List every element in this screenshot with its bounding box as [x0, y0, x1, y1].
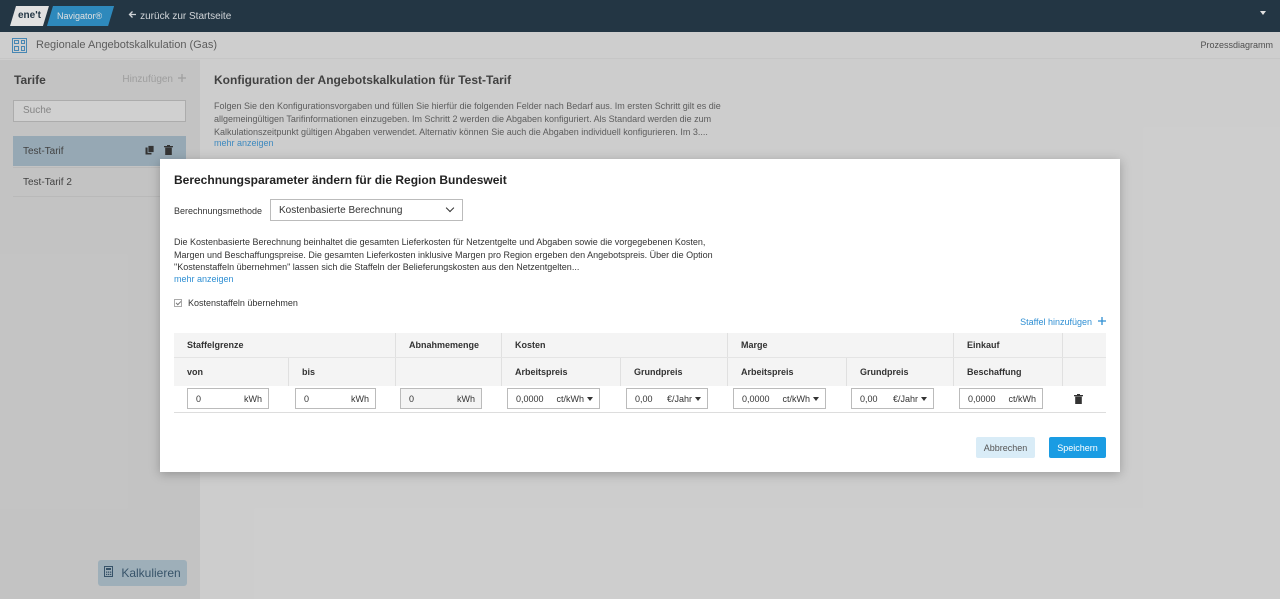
kosten-grundpreis-unit-select[interactable]: €/Jahr [667, 394, 701, 404]
cancel-button[interactable]: Abbrechen [976, 437, 1035, 458]
caret-down-icon [921, 397, 927, 402]
beschaffung-value: 0,0000 [968, 393, 996, 404]
bis-unit: kWh [351, 393, 369, 404]
unit-label: ct/kWh [782, 393, 810, 404]
bis-input[interactable]: 0 kWh [295, 388, 376, 409]
marge-arbeitspreis-value: 0,0000 [742, 393, 770, 404]
kosten-grundpreis-input[interactable]: 0,00 €/Jahr [626, 388, 708, 409]
table-sub-header-row: von bis Arbeitspreis Grundpreis Arbeitsp… [174, 357, 1106, 386]
header-abnahme-empty [395, 358, 501, 386]
header-beschaffung: Beschaffung [953, 358, 1062, 386]
beschaffung-unit: ct/kWh [1008, 393, 1036, 404]
kosten-arbeitspreis-input[interactable]: 0,0000 ct/kWh [507, 388, 600, 409]
beschaffung-input[interactable]: 0,0000 ct/kWh [959, 388, 1043, 409]
header-kosten-arbeitspreis: Arbeitspreis [501, 358, 620, 386]
calculation-parameters-dialog: Berechnungsparameter ändern für die Regi… [160, 159, 1120, 472]
kosten-grundpreis-value: 0,00 [635, 393, 653, 404]
unit-label: ct/kWh [556, 393, 584, 404]
marge-grundpreis-input[interactable]: 0,00 €/Jahr [851, 388, 934, 409]
header-marge: Marge [727, 333, 953, 357]
delete-row-icon[interactable] [1074, 393, 1083, 407]
add-staffel-label: Staffel hinzufügen [1020, 317, 1092, 327]
description-show-more-link[interactable]: mehr anzeigen [174, 274, 234, 284]
abnahme-value: 0 [409, 393, 415, 404]
chevron-down-icon [445, 203, 455, 213]
unit-label: €/Jahr [892, 393, 918, 404]
header-actions [1062, 333, 1106, 357]
header-marge-grundpreis: Grundpreis [846, 358, 953, 386]
marge-grundpreis-unit-select[interactable]: €/Jahr [893, 394, 927, 404]
abnahmemenge-input[interactable]: 0 kWh [400, 388, 482, 409]
add-staffel-button[interactable]: Staffel hinzufügen [1020, 317, 1106, 327]
kosten-arbeitspreis-unit-select[interactable]: ct/kWh [556, 394, 593, 404]
von-input[interactable]: 0 kWh [187, 388, 269, 409]
table-row: 0 kWh 0 kWh 0 kWh 0,0000 ct/kWh 0,00 €/J… [174, 386, 1106, 413]
header-von: von [187, 367, 204, 377]
unit-label: €/Jahr [666, 393, 692, 404]
kostenstaffeln-checkbox-row[interactable]: Kostenstaffeln übernehmen [174, 298, 298, 308]
caret-down-icon [587, 397, 593, 402]
abnahme-unit: kWh [457, 393, 475, 404]
marge-grundpreis-value: 0,00 [860, 393, 878, 404]
von-value: 0 [196, 393, 202, 404]
kostenstaffeln-checkbox[interactable] [174, 299, 182, 307]
plus-icon [1098, 317, 1106, 327]
marge-arbeitspreis-unit-select[interactable]: ct/kWh [782, 394, 819, 404]
marge-arbeitspreis-input[interactable]: 0,0000 ct/kWh [733, 388, 826, 409]
header-marge-arbeitspreis: Arbeitspreis [727, 358, 846, 386]
caret-down-icon [813, 397, 819, 402]
header-einkauf: Einkauf [953, 333, 1062, 357]
method-label: Berechnungsmethode [174, 206, 263, 216]
kosten-arbeitspreis-value: 0,0000 [516, 393, 544, 404]
von-unit: kWh [244, 393, 262, 404]
calculation-method-select[interactable]: Kostenbasierte Berechnung [270, 199, 463, 221]
header-abnahmemenge: Abnahmemenge [395, 333, 501, 357]
header-actions-empty [1062, 358, 1106, 386]
header-kosten: Kosten [501, 333, 727, 357]
bis-value: 0 [304, 393, 310, 404]
save-button[interactable]: Speichern [1049, 437, 1106, 458]
method-value: Kostenbasierte Berechnung [279, 204, 403, 216]
checkbox-label: Kostenstaffeln übernehmen [188, 298, 298, 308]
header-staffelgrenze: Staffelgrenze [187, 340, 244, 350]
header-kosten-grundpreis: Grundpreis [620, 358, 727, 386]
caret-down-icon [695, 397, 701, 402]
dialog-title: Berechnungsparameter ändern für die Regi… [174, 173, 507, 187]
method-description: Die Kostenbasierte Berechnung beinhaltet… [174, 237, 713, 272]
header-bis: bis [288, 358, 395, 386]
table-group-header-row: Staffelgrenze Abnahmemenge Kosten Marge … [174, 333, 1106, 357]
